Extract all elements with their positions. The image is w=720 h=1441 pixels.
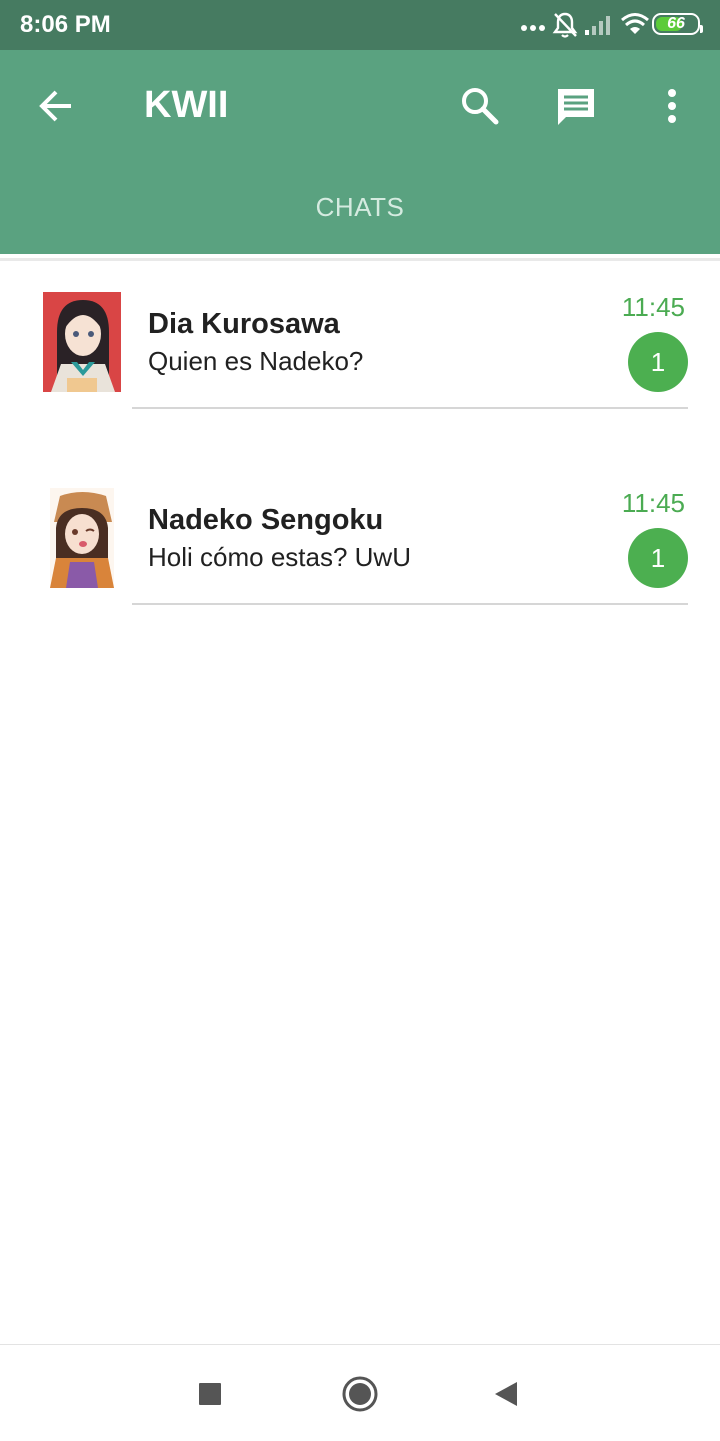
chat-time: 11:45 [621, 292, 685, 322]
battery-level: 66 [667, 15, 685, 32]
app-bar: KWII CHATS [0, 50, 720, 254]
avatar[interactable] [43, 292, 121, 392]
recent-apps-square-icon[interactable] [198, 1382, 222, 1411]
search-icon[interactable] [460, 86, 500, 131]
app-bar-shadow [0, 258, 720, 261]
navigation-bar [0, 1344, 720, 1441]
chat-name: Dia Kurosawa [148, 308, 340, 340]
back-triangle-icon[interactable] [494, 1381, 518, 1412]
battery-icon: 66 [652, 13, 703, 35]
message-icon[interactable] [555, 86, 597, 133]
home-circle-icon[interactable] [341, 1375, 379, 1418]
chat-preview: Quien es Nadeko? [148, 346, 364, 376]
chat-item-nadeko-sengoku[interactable]: Nadeko Sengoku Holi cómo estas? UwU 11:4… [0, 488, 720, 618]
unread-badge: 1 [628, 332, 688, 392]
status-icons: 66 [520, 10, 703, 41]
signal-icon [584, 14, 612, 41]
more-dots-icon [520, 20, 546, 38]
chat-preview: Holi cómo estas? UwU [148, 542, 411, 572]
status-time: 8:06 PM [20, 11, 111, 38]
chat-name: Nadeko Sengoku [148, 504, 384, 536]
notifications-off-icon [552, 11, 578, 44]
tab-chats[interactable]: CHATS [0, 192, 720, 223]
more-vert-icon[interactable] [664, 88, 680, 129]
app-title: KWII [144, 84, 229, 126]
avatar[interactable] [50, 488, 114, 588]
status-bar: 8:06 PM 66 [0, 0, 720, 50]
divider [132, 603, 688, 605]
back-arrow-icon[interactable] [38, 88, 74, 129]
unread-badge: 1 [628, 528, 688, 588]
chat-item-dia-kurosawa[interactable]: Dia Kurosawa Quien es Nadeko? 11:45 1 [0, 292, 720, 422]
divider [132, 407, 688, 409]
chat-time: 11:45 [621, 488, 685, 518]
wifi-icon [620, 12, 650, 41]
